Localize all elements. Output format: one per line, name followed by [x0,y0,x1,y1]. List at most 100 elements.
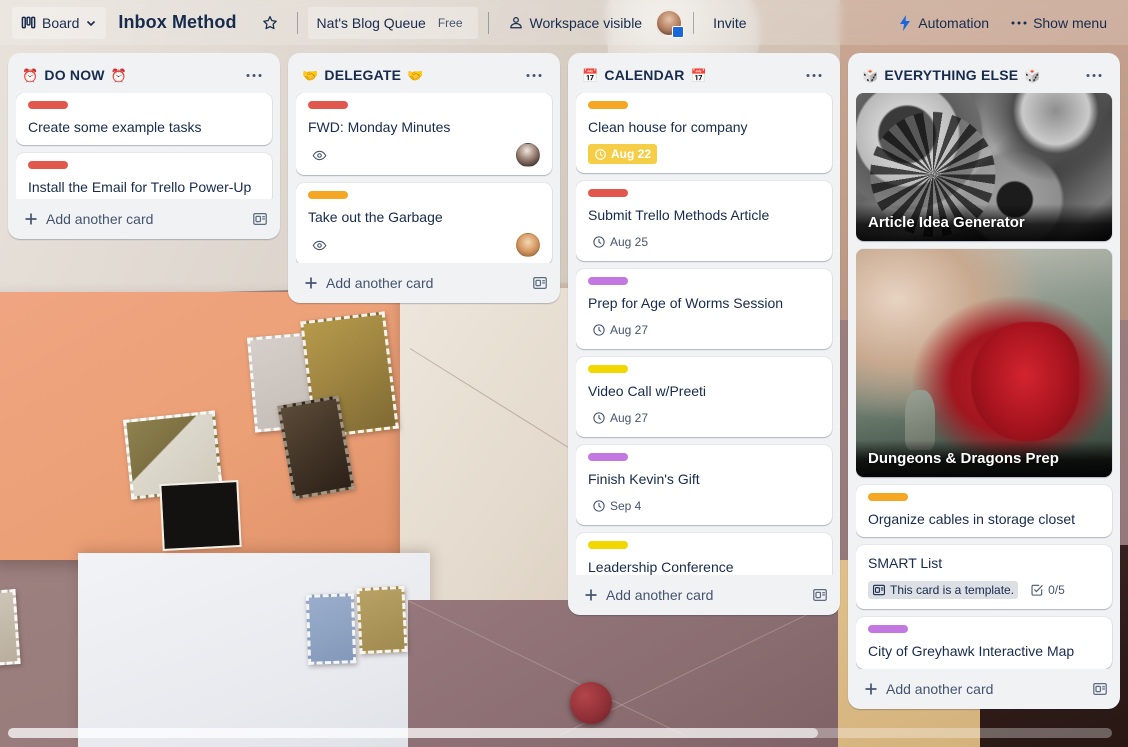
label-orange[interactable] [868,493,908,501]
card-title: SMART List [868,555,943,571]
label-orange[interactable] [588,101,628,109]
card[interactable]: Clean house for company Aug 22 [576,93,832,173]
add-another-card-button[interactable]: Add another card [856,673,1116,701]
list-actions-menu[interactable] [1082,63,1106,87]
card-list: Article Idea Generator Dungeons & Dragon… [856,93,1116,669]
card[interactable]: Finish Kevin's Gift Sep 4 [576,445,832,525]
alarm-clock-icon: ⏰ [110,67,128,83]
label-red[interactable] [308,101,348,109]
card-title: Dungeons & Dragons Prep [856,440,1112,477]
chevron-down-icon [85,17,97,29]
list-title-do-now[interactable]: ⏰ DO NOW ⏰ [22,67,236,83]
avatar[interactable] [655,8,685,38]
card-title: FWD: Monday Minutes [308,119,451,135]
template-badge: This card is a template. [868,581,1019,599]
star-board-button[interactable] [253,7,287,39]
game-die-icon: 🎲 [1024,67,1041,83]
list-actions-menu[interactable] [522,63,546,87]
calendar-icon: 📅 [690,67,707,83]
card[interactable]: Leadership Conference Sep 6 [576,533,832,575]
label-orange[interactable] [308,191,348,199]
automation-button[interactable]: Automation [889,7,998,39]
workspace-name: Nat's Blog Queue [316,14,426,31]
show-menu-label: Show menu [1033,14,1107,31]
board-horizontal-scrollbar[interactable] [8,728,1112,738]
create-from-template-icon[interactable] [532,275,548,291]
invite-button[interactable]: Invite [704,7,755,39]
eye-icon [308,236,331,255]
card[interactable]: Take out the Garbage [296,183,552,263]
card-badges: Aug 25 [588,231,820,253]
plan-badge: Free [437,15,463,30]
due-date-text: Aug 22 [611,147,652,161]
card[interactable]: Article Idea Generator [856,93,1112,241]
list-name: CALENDAR [604,67,685,83]
visibility-label: Workspace visible [529,14,643,31]
workspace-visible-icon [508,15,524,31]
add-another-card-button[interactable]: Add another card [16,203,276,231]
list-actions-menu[interactable] [802,63,826,87]
card[interactable]: Install the Email for Trello Power-Up [16,153,272,199]
list-delegate: 🤝 DELEGATE 🤝 FWD: Monday Minutes Take ou… [288,53,560,303]
handshake-icon: 🤝 [407,67,424,83]
label-red[interactable] [588,189,628,197]
card[interactable]: City of Greyhawk Interactive Map [856,617,1112,669]
due-date-badge[interactable]: Sep 4 [588,497,645,515]
header-divider-1 [296,11,298,34]
card-badges: Aug 22 [588,143,820,165]
create-from-template-icon[interactable] [252,211,268,227]
add-card-label: Add another card [46,211,154,227]
card-title: Take out the Garbage [308,209,443,225]
add-another-card-button[interactable]: Add another card [296,267,556,295]
card-member-avatar[interactable] [516,233,540,257]
add-another-card-button[interactable]: Add another card [576,579,836,607]
ellipsis-icon [1011,20,1027,26]
due-date-badge[interactable]: Aug 25 [588,233,652,251]
label-yellow[interactable] [588,365,628,373]
card[interactable]: SMART List This card is a template. 0/5 [856,545,1112,609]
list-actions-menu[interactable] [242,63,266,87]
card-title: Leadership Conference [588,559,734,575]
card-badges: Sep 4 [588,495,820,517]
workspace-button[interactable]: Nat's Blog Queue Free [307,6,478,39]
card-title: Clean house for company [588,119,748,135]
board-view-switcher[interactable]: Board [12,6,107,39]
list-title-delegate[interactable]: 🤝 DELEGATE 🤝 [302,67,516,83]
label-purple[interactable] [588,453,628,461]
checklist-count: 0/5 [1048,583,1065,597]
card[interactable]: FWD: Monday Minutes [296,93,552,175]
card[interactable]: Video Call w/Preeti Aug 27 [576,357,832,437]
header-divider-3 [693,11,695,34]
board-view-label: Board [42,14,80,31]
board-canvas: ⏰ DO NOW ⏰ Create some example tasks Ins… [0,45,1128,747]
label-purple[interactable] [588,277,628,285]
card-member-avatar[interactable] [516,143,540,167]
card[interactable]: Create some example tasks [16,93,272,145]
card-title: Prep for Age of Worms Session [588,295,784,311]
star-icon [262,15,278,31]
list-title-everything-else[interactable]: 🎲 EVERYTHING ELSE 🎲 [862,67,1076,83]
list-title-calendar[interactable]: 📅 CALENDAR 📅 [582,67,796,83]
label-yellow[interactable] [588,541,628,549]
visibility-button[interactable]: Workspace visible [499,7,652,39]
clock-icon [592,411,606,425]
scrollbar-thumb[interactable] [8,728,818,738]
create-from-template-icon[interactable] [1092,681,1108,697]
due-date-badge[interactable]: Aug 27 [588,321,652,339]
add-card-label: Add another card [886,681,994,697]
list-header: 🎲 EVERYTHING ELSE 🎲 [856,61,1116,93]
label-purple[interactable] [868,625,908,633]
label-red[interactable] [28,161,68,169]
card[interactable]: Dungeons & Dragons Prep [856,249,1112,477]
card[interactable]: Organize cables in storage closet [856,485,1112,537]
lightning-bolt-icon [898,14,912,31]
show-menu-button[interactable]: Show menu [1002,7,1116,39]
list-header: ⏰ DO NOW ⏰ [16,61,276,93]
card[interactable]: Submit Trello Methods Article Aug 25 [576,181,832,261]
label-red[interactable] [28,101,68,109]
create-from-template-icon[interactable] [812,587,828,603]
card[interactable]: Prep for Age of Worms Session Aug 27 [576,269,832,349]
due-date-badge[interactable]: Aug 27 [588,409,652,427]
due-date-badge[interactable]: Aug 22 [588,144,658,164]
add-card-label: Add another card [606,587,714,603]
